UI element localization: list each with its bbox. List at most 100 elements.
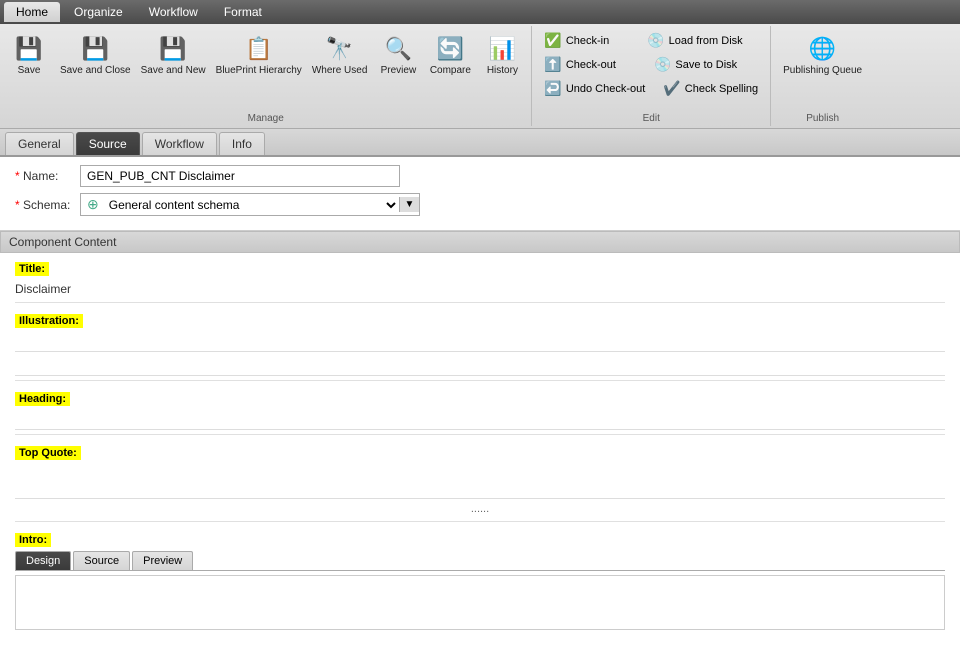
publishing-queue-button[interactable]: 🌐 Publishing Queue [779, 30, 866, 113]
content-tabs: General Source Workflow Info [0, 129, 960, 157]
compare-label: Compare [430, 65, 471, 77]
undo-checkout-label: Undo Check-out [566, 83, 646, 95]
save-close-icon: 💾 [79, 33, 111, 65]
intro-editor[interactable] [15, 575, 945, 630]
title-field: Title: Disclaimer [15, 261, 945, 303]
ellipsis: ...... [15, 501, 945, 517]
illustration-input-1[interactable] [15, 332, 945, 352]
heading-label: Heading: [15, 392, 70, 406]
history-icon: 📊 [486, 33, 518, 65]
inner-tabs: Design Source Preview [15, 551, 945, 571]
schema-select[interactable]: General content schema [105, 197, 399, 213]
save-icon: 💾 [13, 33, 45, 65]
save-close-button[interactable]: 💾 Save and Close [56, 30, 135, 80]
whereused-icon: 🔭 [324, 33, 356, 65]
schema-arrow[interactable]: ▼ [399, 197, 419, 212]
load-disk-icon: 💿 [647, 32, 664, 49]
preview-icon: 🔍 [382, 33, 414, 65]
nav-tab-format[interactable]: Format [212, 2, 274, 22]
history-label: History [487, 65, 518, 77]
intro-field: Intro: Design Source Preview [15, 532, 945, 630]
inner-tab-design[interactable]: Design [15, 551, 71, 570]
nav-bar: Home Organize Workflow Format [0, 0, 960, 24]
intro-label: Intro: [15, 533, 51, 547]
schema-row: * Schema: ⊕ General content schema ▼ [15, 193, 945, 216]
save-label: Save [18, 65, 41, 77]
illustration-field: Illustration: [15, 313, 945, 381]
spell-check-label: Check Spelling [685, 83, 758, 95]
save-new-icon: 💾 [157, 33, 189, 65]
form-area: * Name: * Schema: ⊕ General content sche… [0, 157, 960, 231]
save-button[interactable]: 💾 Save [4, 30, 54, 80]
heading-field: Heading: [15, 391, 945, 435]
ribbon-group-publish: 🌐 Publishing Queue Publish [771, 26, 874, 126]
publishing-queue-icon: 🌐 [807, 33, 839, 65]
illustration-input-2[interactable] [15, 356, 945, 376]
checkout-button[interactable]: ⬆️ Check-out [540, 54, 620, 75]
save-disk-label: Save to Disk [675, 59, 737, 71]
spell-check-icon: ✔️ [663, 80, 680, 97]
save-new-label: Save and New [141, 65, 206, 77]
load-disk-button[interactable]: 💿 Load from Disk [643, 30, 746, 51]
checkout-label: Check-out [566, 59, 616, 71]
compare-button[interactable]: 🔄 Compare [425, 30, 475, 80]
schema-select-wrap: ⊕ General content schema ▼ [80, 193, 420, 216]
undo-checkout-button[interactable]: ↩️ Undo Check-out [540, 78, 649, 99]
title-separator [15, 302, 945, 303]
blueprint-icon: 📋 [243, 33, 275, 65]
tab-info[interactable]: Info [219, 132, 265, 155]
publishing-queue-label: Publishing Queue [783, 65, 862, 77]
preview-label: Preview [381, 65, 417, 77]
checkin-button[interactable]: ✅ Check-in [540, 30, 613, 51]
blueprint-button[interactable]: 📋 BluePrint Hierarchy [212, 30, 306, 80]
preview-button[interactable]: 🔍 Preview [373, 30, 423, 80]
edit-group-label: Edit [540, 113, 762, 124]
save-disk-button[interactable]: 💿 Save to Disk [650, 54, 741, 75]
heading-separator [15, 434, 945, 435]
inner-tab-source[interactable]: Source [73, 551, 130, 570]
top-quote-input[interactable] [15, 464, 945, 499]
name-required: * [15, 169, 20, 183]
publish-group-label: Publish [806, 113, 839, 124]
manage-group-label: Manage [4, 113, 527, 124]
compare-icon: 🔄 [434, 33, 466, 65]
component-content-header: Component Content [0, 231, 960, 253]
component-body: Title: Disclaimer Illustration: Heading:… [0, 253, 960, 648]
checkin-icon: ✅ [544, 32, 561, 49]
checkin-label: Check-in [566, 35, 609, 47]
save-close-label: Save and Close [60, 65, 131, 77]
whereused-button[interactable]: 🔭 Where Used [308, 30, 372, 80]
whereused-label: Where Used [312, 65, 368, 77]
checkout-icon: ⬆️ [544, 56, 561, 73]
history-button[interactable]: 📊 History [477, 30, 527, 80]
blueprint-label: BluePrint Hierarchy [216, 65, 302, 77]
ribbon-group-edit: ✅ Check-in 💿 Load from Disk ⬆️ Check-out… [532, 26, 771, 126]
illustration-label: Illustration: [15, 314, 83, 328]
tab-general[interactable]: General [5, 132, 74, 155]
load-disk-label: Load from Disk [669, 35, 743, 47]
name-input[interactable] [80, 165, 400, 187]
illustration-separator [15, 380, 945, 381]
inner-tab-preview[interactable]: Preview [132, 551, 193, 570]
schema-label: * Schema: [15, 198, 80, 212]
top-quote-separator [15, 521, 945, 522]
save-new-button[interactable]: 💾 Save and New [137, 30, 210, 80]
undo-checkout-icon: ↩️ [544, 80, 561, 97]
schema-required: * [15, 198, 20, 212]
ribbon: 💾 Save 💾 Save and Close 💾 Save and New 📋… [0, 24, 960, 129]
tab-source[interactable]: Source [76, 132, 140, 155]
heading-input[interactable] [15, 410, 945, 430]
ribbon-group-manage: 💾 Save 💾 Save and Close 💾 Save and New 📋… [0, 26, 532, 126]
title-label: Title: [15, 262, 49, 276]
tab-workflow[interactable]: Workflow [142, 132, 217, 155]
schema-icon: ⊕ [81, 194, 105, 215]
nav-tab-organize[interactable]: Organize [62, 2, 135, 22]
top-quote-field: Top Quote: ...... [15, 445, 945, 522]
top-quote-label: Top Quote: [15, 446, 81, 460]
save-disk-icon: 💿 [654, 56, 671, 73]
nav-tab-workflow[interactable]: Workflow [137, 2, 210, 22]
nav-tab-home[interactable]: Home [4, 2, 60, 22]
name-row: * Name: [15, 165, 945, 187]
spell-check-button[interactable]: ✔️ Check Spelling [659, 78, 762, 99]
title-value: Disclaimer [15, 280, 945, 298]
